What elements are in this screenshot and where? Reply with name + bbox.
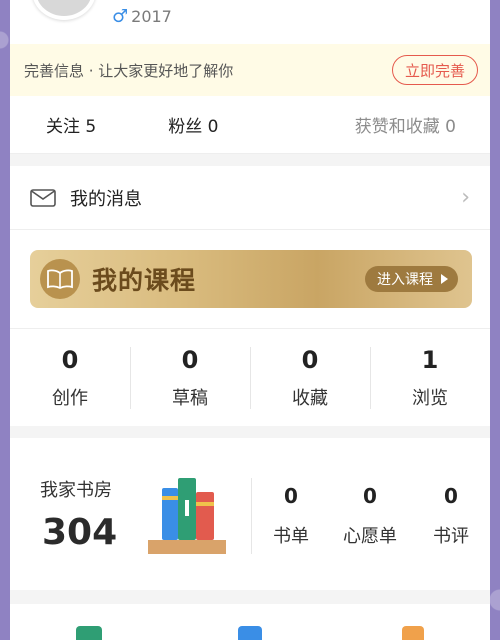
content-counters: 0 创作 0 草稿 0 收藏 1 浏览 xyxy=(10,328,490,426)
social-stats: 关注 5 粉丝 0 获赞和收藏 0 xyxy=(10,96,490,154)
counter-create[interactable]: 0 创作 xyxy=(10,329,130,426)
study-room-title: 我家书房 xyxy=(40,480,112,501)
counter-value: 1 xyxy=(421,345,439,374)
stat-value: 0 xyxy=(363,484,377,508)
counter-label: 草稿 xyxy=(172,387,208,409)
chevron-right-icon: › xyxy=(461,185,470,210)
mail-icon xyxy=(30,188,56,207)
enter-course-button[interactable]: 进入课程 xyxy=(365,266,458,292)
counter-value: 0 xyxy=(301,345,319,374)
enter-course-label: 进入课程 xyxy=(377,272,433,288)
messages-label: 我的消息 xyxy=(70,188,142,210)
profile-screen: ♂ 2017 完善信息 · 让大家更好地了解你 立即完善 关注 5 粉丝 0 获… xyxy=(10,0,490,640)
stat-value: 0 xyxy=(444,484,458,508)
complete-info-banner: 完善信息 · 让大家更好地了解你 立即完善 xyxy=(10,44,490,96)
partial-icon xyxy=(76,626,102,640)
wishlist-stat[interactable]: 0 心愿单 xyxy=(335,484,405,548)
avatar[interactable] xyxy=(32,0,96,20)
complete-now-button[interactable]: 立即完善 xyxy=(391,55,478,85)
partial-icon xyxy=(238,626,262,640)
next-section-peek xyxy=(10,604,490,640)
following-count[interactable]: 关注 5 xyxy=(46,112,96,137)
stat-value: 0 xyxy=(284,484,298,508)
my-course-card[interactable]: 我的课程 进入课程 xyxy=(30,250,472,308)
counter-label: 浏览 xyxy=(412,387,448,409)
counter-value: 0 xyxy=(61,345,79,374)
counter-value: 0 xyxy=(181,345,199,374)
fans-count[interactable]: 粉丝 0 xyxy=(168,112,218,137)
stat-label: 书评 xyxy=(433,526,469,547)
profile-header: ♂ 2017 xyxy=(10,0,490,44)
course-section: 我的课程 进入课程 xyxy=(10,230,490,328)
counter-label: 创作 xyxy=(52,387,88,409)
review-stat[interactable]: 0 书评 xyxy=(416,484,486,548)
study-room-section[interactable]: 我家书房 304 0 书单 0 心愿单 0 书评 xyxy=(10,438,490,590)
counter-drafts[interactable]: 0 草稿 xyxy=(130,329,250,426)
banner-text: 完善信息 · 让大家更好地了解你 xyxy=(24,61,234,80)
course-title: 我的课程 xyxy=(92,266,197,295)
bookshelf-icon xyxy=(148,478,226,554)
counter-history[interactable]: 1 浏览 xyxy=(370,329,490,426)
likes-count[interactable]: 获赞和收藏 0 xyxy=(355,112,456,137)
study-room-count: 304 xyxy=(42,512,118,553)
join-year: 2017 xyxy=(131,7,172,26)
male-icon: ♂ xyxy=(112,6,129,27)
gender-year: ♂ 2017 xyxy=(112,6,172,27)
counter-favorites[interactable]: 0 收藏 xyxy=(250,329,370,426)
stat-label: 心愿单 xyxy=(343,526,397,547)
divider xyxy=(251,478,252,554)
my-messages-row[interactable]: 我的消息 › xyxy=(10,166,490,230)
open-book-icon xyxy=(40,259,80,299)
partial-icon xyxy=(402,626,424,640)
stat-label: 书单 xyxy=(273,526,309,547)
play-arrow-icon xyxy=(441,274,448,284)
booklist-stat[interactable]: 0 书单 xyxy=(256,484,326,548)
counter-label: 收藏 xyxy=(292,387,328,409)
